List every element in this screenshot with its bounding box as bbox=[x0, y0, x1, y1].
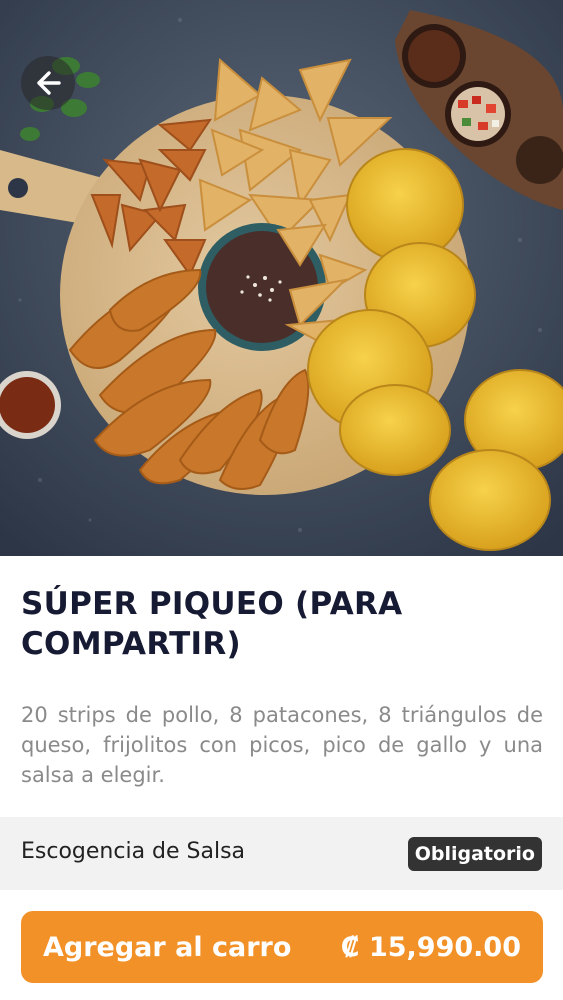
add-to-cart-label: Agregar al carro bbox=[43, 931, 292, 963]
product-title: SÚPER PIQUEO (PARA COMPARTIR) bbox=[21, 586, 403, 662]
cart-price: ₡ 15,990.00 bbox=[340, 931, 521, 963]
section-label: Escogencia de Salsa bbox=[21, 839, 246, 864]
arrow-left-icon bbox=[37, 71, 61, 95]
back-button[interactable] bbox=[21, 56, 75, 110]
food-photo bbox=[0, 0, 563, 556]
add-to-cart-button[interactable]: Agregar al carro ₡ 15,990.00 bbox=[21, 911, 543, 983]
product-image bbox=[0, 0, 563, 556]
required-badge: Obligatorio bbox=[407, 837, 542, 871]
sauce-option-section[interactable]: Escogencia de Salsa Obligatorio bbox=[0, 817, 563, 890]
product-description: 20 strips de pollo, 8 patacones, 8 trián… bbox=[21, 703, 543, 787]
